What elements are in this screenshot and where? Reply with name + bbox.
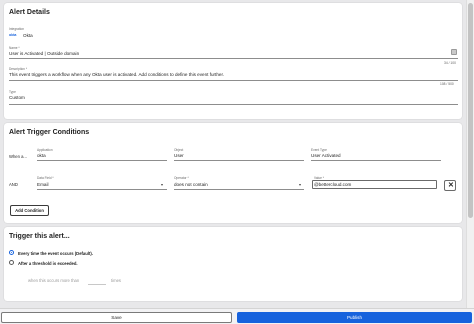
description-char-counter: 108 / 500 (440, 82, 454, 86)
description-input[interactable]: This event triggers a workflow when any … (9, 72, 224, 77)
integration-value: Okta (23, 32, 33, 38)
data-field-select[interactable]: Email (37, 182, 49, 187)
okta-logo-icon: okta (9, 33, 17, 37)
event-type-label: Event Type (311, 148, 327, 152)
operator-underline (174, 189, 304, 190)
type-underline (9, 104, 458, 105)
object-value: User (174, 153, 184, 158)
and-connector: AND (9, 182, 18, 187)
add-condition-button[interactable]: Add Condition (10, 205, 49, 216)
event-type-underline (311, 160, 441, 161)
object-underline (174, 160, 304, 161)
application-label: Application (37, 148, 53, 152)
footer-bar: Save Publish (0, 308, 474, 324)
object-label: Object (174, 148, 184, 152)
application-underline (37, 160, 167, 161)
name-underline (9, 58, 458, 59)
data-field-label: Data Field * (37, 176, 54, 180)
when-label: When a... (9, 154, 27, 159)
description-label: Description * (9, 67, 28, 71)
page-content: Alert Details Integration okta Okta Name… (0, 0, 466, 308)
integration-label: Integration (9, 27, 25, 31)
event-type-value: User Activated (311, 153, 341, 158)
name-input[interactable]: User is Activated | Outside domain (9, 51, 79, 56)
value-input-border (312, 180, 437, 189)
save-button[interactable]: Save (1, 312, 232, 323)
option-every-time-label: Every time the event occurs (Default). (18, 250, 93, 256)
publish-button[interactable]: Publish (237, 312, 472, 323)
type-value: Custom (9, 95, 25, 100)
data-field-underline (37, 189, 167, 190)
name-char-counter: 34 / 100 (444, 60, 456, 65)
radio-threshold[interactable] (9, 260, 14, 265)
alert-details-title: Alert Details (9, 9, 50, 16)
name-label: Name * (9, 46, 20, 50)
trigger-alert-card: Trigger this alert... Every time the eve… (4, 227, 462, 301)
threshold-count-input[interactable] (88, 284, 106, 285)
description-underline (9, 80, 458, 81)
option-threshold-label: After a threshold is exceeded. (18, 260, 78, 266)
threshold-text: when this occurs more than (28, 278, 80, 283)
radio-every-time[interactable] (9, 250, 14, 255)
threshold-unit: times (111, 278, 122, 283)
trigger-conditions-card: Alert Trigger Conditions When a... Appli… (4, 123, 462, 223)
chevron-down-icon[interactable] (161, 184, 163, 186)
close-icon: ✕ (448, 182, 454, 189)
remove-condition-button[interactable]: ✕ (444, 180, 456, 191)
application-value: okta (37, 153, 46, 158)
operator-select[interactable]: does not contain (174, 182, 208, 187)
trigger-conditions-title: Alert Trigger Conditions (9, 129, 90, 136)
chevron-down-icon[interactable] (299, 184, 301, 186)
alert-details-card: Alert Details Integration okta Okta Name… (4, 3, 462, 119)
page-scrollbar[interactable] (466, 0, 474, 308)
resize-handle-icon[interactable] (451, 49, 457, 55)
operator-label: Operator * (174, 176, 189, 180)
type-label: Type (9, 90, 16, 94)
trigger-alert-title: Trigger this alert... (9, 233, 70, 240)
scrollbar-thumb[interactable] (468, 3, 473, 218)
